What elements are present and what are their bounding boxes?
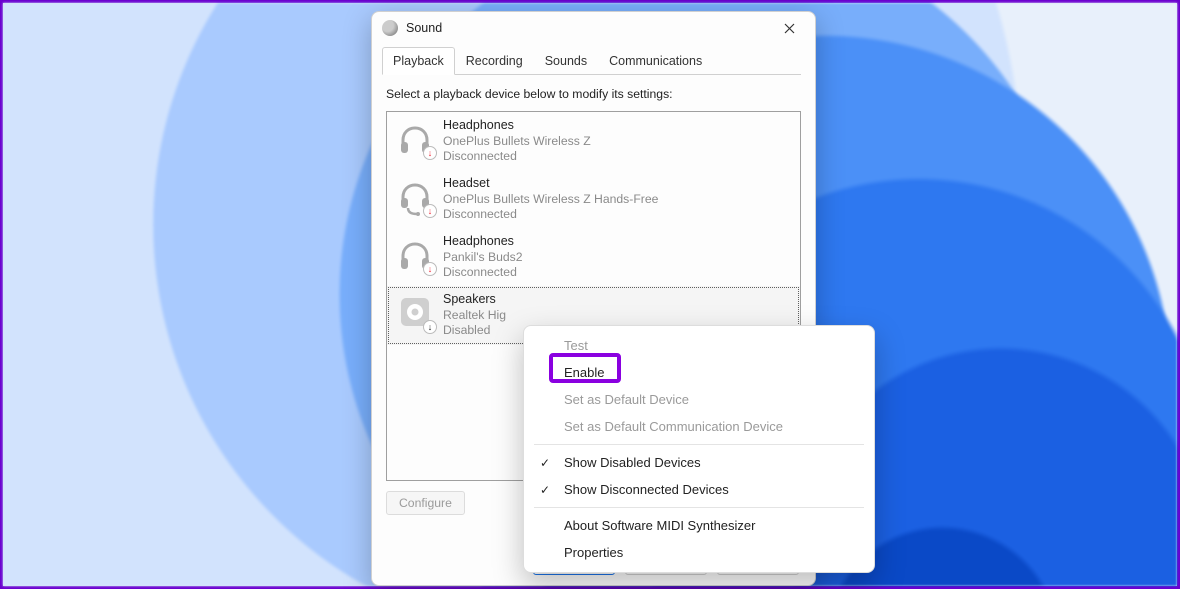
sound-icon xyxy=(382,20,398,36)
headphones-icon: ↓ xyxy=(395,234,435,274)
device-name: Headphones xyxy=(443,118,591,134)
device-name: Headphones xyxy=(443,234,523,250)
device-row[interactable]: ↓ Headphones OnePlus Bullets Wireless Z … xyxy=(387,112,800,170)
menu-show-disabled[interactable]: Show Disabled Devices xyxy=(528,449,870,476)
device-status: Disconnected xyxy=(443,265,523,280)
menu-set-default-comm: Set as Default Communication Device xyxy=(528,413,870,440)
tab-strip: Playback Recording Sounds Communications xyxy=(372,46,815,74)
menu-about-midi[interactable]: About Software MIDI Synthesizer xyxy=(528,512,870,539)
menu-separator xyxy=(534,444,864,445)
tab-sounds[interactable]: Sounds xyxy=(534,47,598,75)
tab-playback[interactable]: Playback xyxy=(382,47,455,75)
menu-separator xyxy=(534,507,864,508)
context-menu: Test Enable Set as Default Device Set as… xyxy=(523,325,875,573)
close-icon xyxy=(784,23,795,34)
device-desc: OnePlus Bullets Wireless Z Hands-Free xyxy=(443,192,658,207)
instruction-text: Select a playback device below to modify… xyxy=(386,87,801,101)
device-name: Speakers xyxy=(443,292,506,308)
tab-communications[interactable]: Communications xyxy=(598,47,713,75)
status-badge-icon: ↓ xyxy=(423,146,437,160)
configure-button: Configure xyxy=(386,491,465,515)
titlebar[interactable]: Sound xyxy=(372,12,815,44)
headphones-icon: ↓ xyxy=(395,118,435,158)
device-row[interactable]: ↓ Headset OnePlus Bullets Wireless Z Han… xyxy=(387,170,800,228)
device-row[interactable]: ↓ Headphones Pankil's Buds2 Disconnected xyxy=(387,228,800,286)
menu-enable[interactable]: Enable xyxy=(528,359,870,386)
device-name: Headset xyxy=(443,176,658,192)
device-status: Disabled xyxy=(443,323,506,338)
device-status: Disconnected xyxy=(443,149,591,164)
speaker-icon: ↓ xyxy=(395,292,435,332)
device-desc: Pankil's Buds2 xyxy=(443,250,523,265)
close-button[interactable] xyxy=(769,14,809,42)
menu-set-default: Set as Default Device xyxy=(528,386,870,413)
menu-show-disconnected[interactable]: Show Disconnected Devices xyxy=(528,476,870,503)
menu-properties[interactable]: Properties xyxy=(528,539,870,566)
device-status: Disconnected xyxy=(443,207,658,222)
device-desc: OnePlus Bullets Wireless Z xyxy=(443,134,591,149)
menu-test: Test xyxy=(528,332,870,359)
tab-recording[interactable]: Recording xyxy=(455,47,534,75)
headset-icon: ↓ xyxy=(395,176,435,216)
device-desc: Realtek Hig xyxy=(443,308,506,323)
window-title: Sound xyxy=(406,21,769,35)
